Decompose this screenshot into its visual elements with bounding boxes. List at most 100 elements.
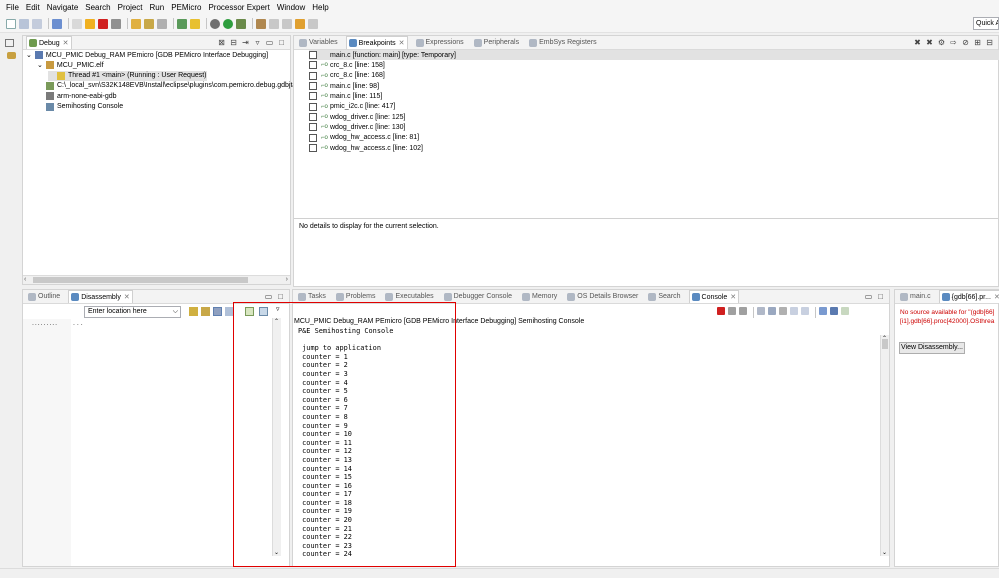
collapse-all-icon[interactable]: ⊟ <box>985 38 994 47</box>
restore-icon[interactable] <box>5 39 14 47</box>
terminate-icon[interactable] <box>98 18 108 29</box>
breakpoint-item[interactable]: ⌐o crc_8.c [line: 168] <box>309 71 385 81</box>
show-supported-icon[interactable]: ⚙ <box>937 38 946 47</box>
word-wrap-icon[interactable] <box>779 307 787 315</box>
chevron-down-icon[interactable]: ⌄ <box>26 51 32 59</box>
scroll-down-icon[interactable]: ⌄ <box>882 549 887 556</box>
step-return-icon[interactable] <box>157 18 167 29</box>
console-tab-os-details-browser[interactable]: OS Details Browser <box>565 290 640 303</box>
display-console-icon[interactable] <box>830 307 838 315</box>
disconnect-icon[interactable] <box>111 18 121 29</box>
skip-all-icon[interactable]: ⊘ <box>961 38 970 47</box>
terminate-icon[interactable] <box>717 307 725 315</box>
breakpoint-checkbox[interactable] <box>309 51 317 59</box>
view-menu-icon[interactable]: ▿ <box>276 305 280 313</box>
menu-edit[interactable]: Edit <box>26 3 40 12</box>
scroll-thumb[interactable] <box>882 339 888 349</box>
next-annotation-icon[interactable] <box>269 18 279 29</box>
debug-icon[interactable] <box>236 18 246 29</box>
disassembly-tab-disassembly[interactable]: Disassembly ✕ <box>68 290 133 303</box>
step-filter-icon[interactable]: ⇥ <box>241 38 250 47</box>
remove-all-icon[interactable] <box>739 307 747 315</box>
disassembly-vertical-scrollbar[interactable]: ⌃ ⌄ <box>272 318 281 556</box>
close-icon[interactable]: ✕ <box>399 39 405 47</box>
right-top-tab-breakpoints[interactable]: Breakpoints ✕ <box>345 36 408 49</box>
home-icon[interactable] <box>201 307 210 316</box>
debug-tree-item[interactable]: arm-none-eabi-gdb <box>37 91 117 101</box>
view-disassembly-button[interactable]: View Disassembly... <box>899 342 965 354</box>
close-icon[interactable]: ✕ <box>63 39 69 47</box>
run-icon[interactable] <box>223 18 233 29</box>
breakpoint-checkbox[interactable] <box>309 71 317 80</box>
chevron-down-icon[interactable]: ▿ <box>253 38 262 47</box>
scroll-lock-icon[interactable] <box>768 307 776 315</box>
scroll-down-icon[interactable]: ⌄ <box>274 549 279 556</box>
maximize-icon[interactable]: □ <box>876 292 885 301</box>
debug-perspective-icon[interactable] <box>7 52 16 59</box>
save-icon[interactable] <box>19 18 29 29</box>
debug-tree-item[interactable]: Semihosting Console <box>37 102 123 112</box>
close-icon[interactable]: ✕ <box>730 293 736 301</box>
maximize-icon[interactable]: □ <box>277 38 286 47</box>
console-tab-debugger-console[interactable]: Debugger Console <box>442 290 514 303</box>
menu-navigate[interactable]: Navigate <box>47 3 79 12</box>
remove-launches-icon[interactable]: ⊠ <box>217 38 226 47</box>
breakpoint-checkbox[interactable] <box>309 92 317 101</box>
quick-access-input[interactable]: Quick A <box>973 17 999 30</box>
menu-project[interactable]: Project <box>118 3 143 12</box>
scroll-right-icon[interactable]: › <box>286 276 288 283</box>
scroll-thumb[interactable] <box>33 277 248 283</box>
location-input[interactable]: Enter location here ⌵ <box>84 306 181 318</box>
back-icon[interactable] <box>295 18 305 29</box>
menu-help[interactable]: Help <box>312 3 328 12</box>
export-icon[interactable] <box>259 307 268 316</box>
breakpoint-checkbox[interactable] <box>309 133 317 142</box>
link-icon[interactable] <box>213 307 222 316</box>
flash-icon[interactable] <box>190 18 200 29</box>
forward-icon[interactable] <box>308 18 318 29</box>
breakpoint-item[interactable]: ⌐o main.c [line: 115] <box>309 91 382 101</box>
refresh-icon[interactable] <box>189 307 198 316</box>
resume-icon[interactable] <box>72 18 82 29</box>
new-console-icon[interactable] <box>841 307 849 315</box>
open-icon[interactable] <box>245 307 254 316</box>
breakpoint-item[interactable]: ⌐o pmic_i2c.c [line: 417] <box>309 102 395 112</box>
step-over-icon[interactable] <box>144 18 154 29</box>
show-on-error-icon[interactable] <box>801 307 809 315</box>
tools-icon[interactable] <box>256 18 266 29</box>
breakpoint-item[interactable]: ⌐o wdog_hw_access.c [line: 81] <box>309 133 419 143</box>
right-top-tab-expressions[interactable]: Expressions <box>414 36 466 49</box>
console-vertical-scrollbar[interactable]: ⌃ ⌄ <box>880 335 889 556</box>
menu-window[interactable]: Window <box>277 3 305 12</box>
show-on-output-icon[interactable] <box>790 307 798 315</box>
remove-all-icon[interactable]: ✖ <box>925 38 934 47</box>
debug-tree-item[interactable]: Thread #1 <main> (Running : User Request… <box>48 70 207 81</box>
console-tab-executables[interactable]: Executables <box>383 290 435 303</box>
menu-run[interactable]: Run <box>150 3 165 12</box>
gear-icon[interactable] <box>210 18 220 29</box>
breakpoint-checkbox[interactable] <box>309 144 317 153</box>
suspend-icon[interactable] <box>85 18 95 29</box>
menu-file[interactable]: File <box>6 3 19 12</box>
collapse-icon[interactable]: ⊟ <box>229 38 238 47</box>
breakpoint-checkbox[interactable] <box>309 102 317 111</box>
details-divider[interactable] <box>294 218 998 219</box>
go-to-file-icon[interactable]: ⇨ <box>949 38 958 47</box>
breakpoint-checkbox[interactable] <box>309 61 317 70</box>
debug-tree-item[interactable]: ⌄ MCU_PMIC Debug_RAM PEmicro [GDB PEMicro… <box>26 50 268 60</box>
chevron-down-icon[interactable]: ⌵ <box>173 307 178 317</box>
menu-processor-expert[interactable]: Processor Expert <box>208 3 269 12</box>
console-tab-search[interactable]: Search <box>646 290 682 303</box>
source-tab-main-c[interactable]: main.c <box>898 290 933 303</box>
remove-launch-icon[interactable] <box>728 307 736 315</box>
skip-breakpoints-icon[interactable] <box>52 18 62 29</box>
step-into-icon[interactable] <box>131 18 141 29</box>
breakpoint-checkbox[interactable] <box>309 123 317 132</box>
breakpoint-item[interactable]: ⌐o main.c [line: 98] <box>309 81 379 91</box>
expand-all-icon[interactable]: ⊞ <box>973 38 982 47</box>
breakpoint-item[interactable]: main.c [function: main] [type: Temporary… <box>309 50 999 60</box>
scroll-up-icon[interactable]: ⌃ <box>274 318 279 325</box>
debug-horizontal-scrollbar[interactable]: ‹ › <box>23 275 290 284</box>
remove-icon[interactable]: ✖ <box>913 38 922 47</box>
minimize-icon[interactable]: ▭ <box>264 292 273 301</box>
